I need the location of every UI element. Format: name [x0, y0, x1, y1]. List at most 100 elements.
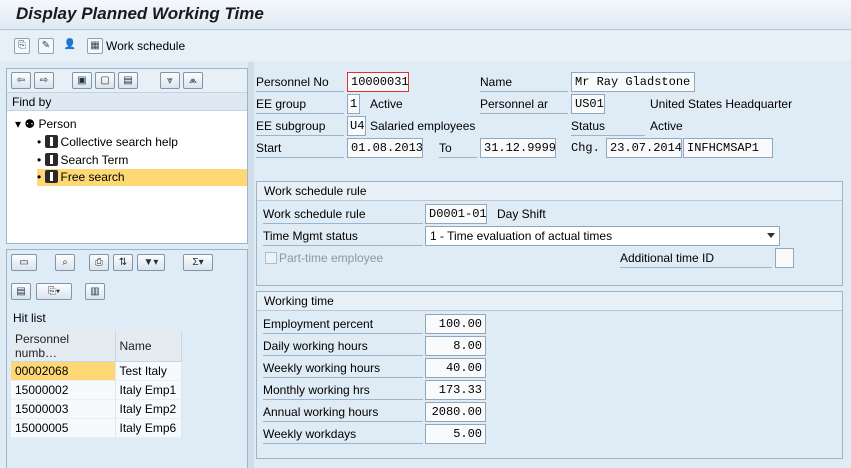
table-row[interactable]: 00002068 Test Italy	[11, 361, 182, 381]
annual-hours-field[interactable]: 2080.00	[425, 402, 486, 422]
status-label: Status	[571, 116, 645, 136]
person-icon[interactable]: 👤	[62, 38, 78, 54]
title-bar: Display Planned Working Time	[0, 0, 851, 30]
weekly-hours-label: Weekly working hours	[263, 358, 423, 378]
column-header-personnel-number[interactable]: Personnel numb…	[11, 331, 116, 362]
hit-list-table: Personnel numb… Name 00002068 Test Italy…	[11, 331, 182, 438]
to-label: To	[439, 138, 477, 158]
cell-personnel-number[interactable]: 15000002	[11, 380, 116, 400]
cell-name[interactable]: Test Italy	[115, 361, 182, 381]
select-all-icon[interactable]: ▣	[72, 72, 92, 89]
print-icon[interactable]: ⎙	[89, 254, 109, 271]
changed-date-field[interactable]: 23.07.2014	[606, 138, 682, 158]
start-label: Start	[256, 138, 344, 158]
cell-personnel-number[interactable]: 00002068	[11, 361, 116, 381]
weekly-workdays-label: Weekly workdays	[263, 424, 423, 444]
personnel-no-label: Personnel No	[256, 72, 344, 92]
cell-name[interactable]: Italy Emp1	[115, 380, 182, 400]
back-arrow-icon[interactable]: ⇦	[11, 72, 31, 89]
ws-rule-text: Day Shift	[497, 207, 546, 221]
table-row[interactable]: 15000005 Italy Emp6	[11, 418, 182, 438]
object-manager-toolbar: ⇦ ⇨ ▣ ▢ ▤ ⩔ ⩕	[7, 69, 247, 93]
tree-label-person: Person	[38, 117, 77, 131]
cell-personnel-number[interactable]: 15000005	[11, 418, 116, 438]
binoculars-icon	[44, 135, 58, 148]
splitter[interactable]	[248, 62, 254, 468]
collapse-icon[interactable]: ⩔	[160, 72, 180, 89]
tree-label-free-search: Free search	[60, 170, 125, 184]
sum-icon[interactable]: Σ▾	[183, 254, 213, 271]
tree-node-collective-search-help[interactable]: • Collective search help	[37, 134, 178, 151]
person-group-icon: ⚉	[24, 117, 36, 131]
changed-by-field[interactable]: INFHCMSAP1	[683, 138, 773, 158]
table-row[interactable]: 15000003 Italy Emp2	[11, 399, 182, 419]
monthly-hours-label: Monthly working hrs	[263, 380, 423, 400]
cell-name[interactable]: Italy Emp6	[115, 418, 182, 438]
expand-triangle-icon[interactable]: ▾	[15, 117, 21, 131]
weekly-workdays-field[interactable]: 5.00	[425, 424, 486, 444]
additional-time-id-label: Additional time ID	[620, 248, 772, 268]
deselect-icon[interactable]: ▢	[95, 72, 115, 89]
other-object-icon[interactable]: ⎘	[14, 38, 30, 54]
monthly-hours-field[interactable]: 173.33	[425, 380, 486, 400]
ee-group-text: Active	[370, 97, 403, 111]
work-schedule-button[interactable]: ▦ Work schedule	[87, 37, 185, 55]
hit-list-title: Hit list	[13, 311, 46, 325]
personnel-no-field[interactable]: 10000031	[347, 72, 409, 92]
additional-time-id-field[interactable]	[775, 248, 794, 268]
change-icon[interactable]: ✎	[38, 38, 54, 54]
binoculars-icon	[44, 153, 58, 166]
daily-hours-field[interactable]: 8.00	[425, 336, 486, 356]
page-title: Display Planned Working Time	[16, 4, 264, 23]
tree-node-search-term[interactable]: • Search Term	[37, 152, 128, 169]
personnel-area-text: United States Headquarter	[650, 97, 793, 111]
cell-name[interactable]: Italy Emp2	[115, 399, 182, 419]
ws-rule-label: Work schedule rule	[263, 204, 423, 224]
annual-hours-label: Annual working hours	[263, 402, 423, 422]
calendar-icon: ▦	[87, 38, 103, 54]
ee-subgroup-text: Salaried employees	[370, 119, 476, 133]
employment-percent-label: Employment percent	[263, 314, 423, 334]
object-manager-panel: ⇦ ⇨ ▣ ▢ ▤ ⩔ ⩕ Find by ▾ ⚉ Person • Colle…	[6, 68, 248, 244]
table-row[interactable]: 15000002 Italy Emp1	[11, 380, 182, 400]
application-toolbar: ⎘ ✎ 👤 ▦ Work schedule	[0, 31, 851, 61]
find-icon[interactable]: ⌕	[55, 254, 75, 271]
group-title: Work schedule rule	[257, 182, 842, 201]
ws-rule-field[interactable]: D0001-01	[425, 204, 487, 224]
block-icon[interactable]: ▤	[118, 72, 138, 89]
filter-icon[interactable]: ▼▾	[137, 254, 165, 271]
weekly-hours-field[interactable]: 40.00	[425, 358, 486, 378]
tree-node-free-search[interactable]: • Free search	[37, 169, 247, 186]
ee-subgroup-code-field[interactable]: U4	[347, 116, 366, 136]
expand-icon[interactable]: ⩕	[183, 72, 203, 89]
name-label: Name	[480, 72, 568, 92]
hit-list-panel: ▭ ⌕ ⎙ ⇅ ▼▾ Σ▾ ▤ ⎘▾ ▥ Hit list Personnel …	[6, 249, 248, 468]
sort-icon[interactable]: ⇅	[113, 254, 133, 271]
part-time-label: Part-time employee	[279, 251, 384, 265]
group-title: Working time	[257, 292, 842, 311]
column-header-name[interactable]: Name	[115, 331, 182, 362]
layout-icon[interactable]: ▥	[85, 283, 105, 300]
name-field[interactable]: Mr Ray Gladstone	[571, 72, 695, 92]
start-date-field[interactable]: 01.08.2013	[347, 138, 423, 158]
part-time-checkbox[interactable]	[265, 252, 277, 264]
work-schedule-label: Work schedule	[106, 39, 186, 53]
ee-group-code-field[interactable]: 1	[347, 94, 360, 114]
changed-label: Chg.	[571, 141, 600, 155]
ee-group-label: EE group	[256, 94, 344, 114]
dropdown-arrow-icon[interactable]	[767, 233, 775, 238]
employment-percent-field[interactable]: 100.00	[425, 314, 486, 334]
print-preview-icon[interactable]: ▤	[11, 283, 31, 300]
cell-personnel-number[interactable]: 15000003	[11, 399, 116, 419]
details-icon[interactable]: ▭	[11, 254, 37, 271]
tm-status-label: Time Mgmt status	[263, 226, 423, 246]
personnel-area-code-field[interactable]: US01	[571, 94, 605, 114]
tm-status-dropdown[interactable]: 1 - Time evaluation of actual times	[425, 226, 780, 246]
forward-arrow-icon[interactable]: ⇨	[34, 72, 54, 89]
export-icon[interactable]: ⎘▾	[36, 283, 72, 300]
tree-label-collective: Collective search help	[60, 135, 178, 149]
tree-node-person[interactable]: ▾ ⚉ Person	[15, 116, 77, 133]
personnel-area-label: Personnel ar	[480, 94, 568, 114]
end-date-field[interactable]: 31.12.9999	[480, 138, 556, 158]
find-by-header: Find by	[7, 93, 247, 111]
